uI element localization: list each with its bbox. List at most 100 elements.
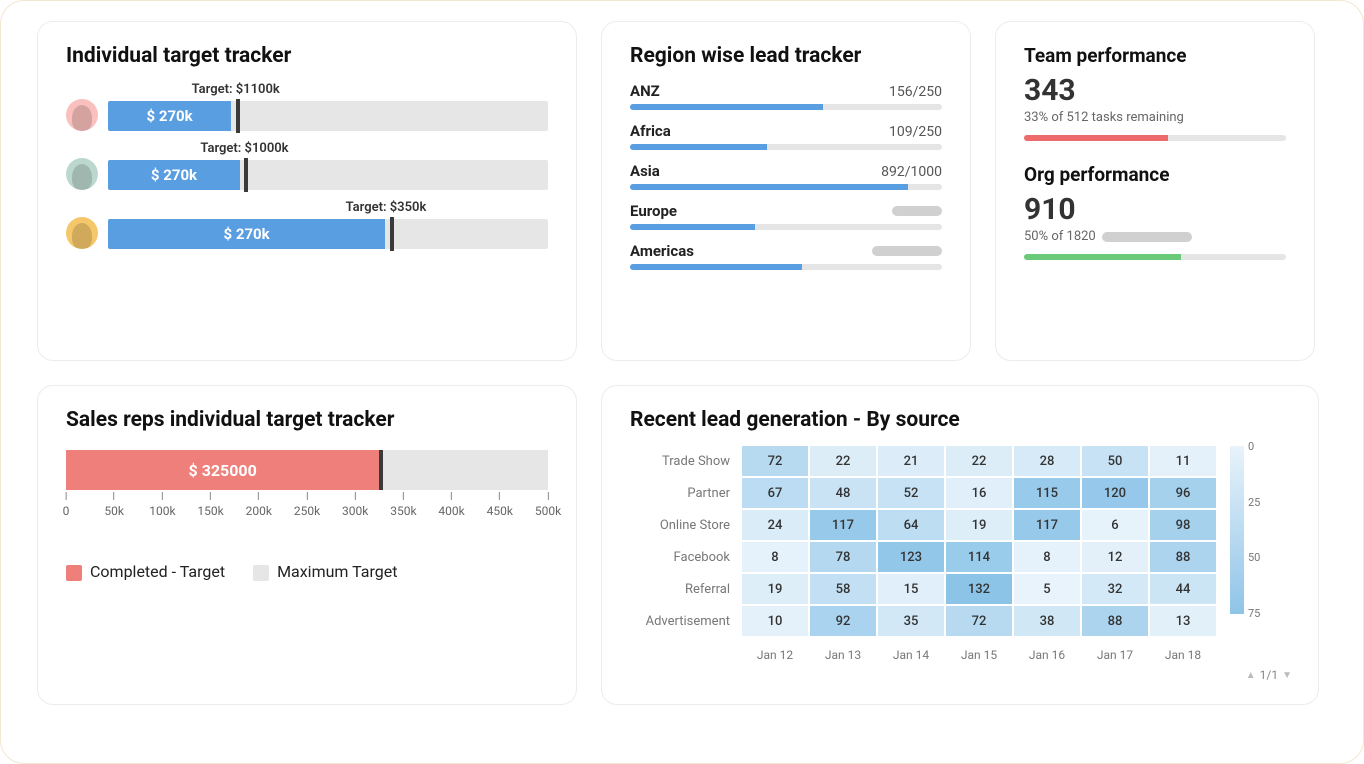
heatmap-cell[interactable]: 8 <box>1014 542 1080 572</box>
heatmap-cell[interactable]: 16 <box>946 478 1012 508</box>
heatmap-cell[interactable]: 19 <box>946 510 1012 540</box>
heatmap-cell[interactable]: 92 <box>810 606 876 636</box>
region-bar <box>630 144 942 150</box>
heatmap-cell[interactable]: 96 <box>1150 478 1216 508</box>
sales-reps-bar-track: $ 325000 <box>66 450 548 490</box>
performance-card: Team performance 343 33% of 512 tasks re… <box>995 21 1315 361</box>
target-bar-track: $ 270k <box>108 160 548 190</box>
heatmap-colorbar: 0255075 <box>1226 446 1266 668</box>
colorbar-tick: 75 <box>1248 607 1260 620</box>
heatmap-cell[interactable]: 58 <box>810 574 876 604</box>
heatmap-cell[interactable]: 117 <box>1014 510 1080 540</box>
axis-tick: 500k <box>535 492 561 518</box>
avatar <box>66 217 98 249</box>
region-row: Americas <box>630 242 942 270</box>
heatmap-cell[interactable]: 21 <box>878 446 944 476</box>
axis-tick: 350k <box>390 492 416 518</box>
heatmap-grid: Trade Show72222122285011Partner674852161… <box>630 446 1216 668</box>
heatmap-cell[interactable]: 28 <box>1014 446 1080 476</box>
axis-tick: 250k <box>294 492 320 518</box>
sales-reps-target-card: Sales reps individual target tracker $ 3… <box>37 385 577 705</box>
avatar <box>66 158 98 190</box>
heatmap-cell[interactable]: 22 <box>810 446 876 476</box>
target-bar-fill: $ 270k <box>108 101 231 131</box>
heatmap-cell[interactable]: 6 <box>1082 510 1148 540</box>
heatmap-cell[interactable]: 12 <box>1082 542 1148 572</box>
region-lead-tracker-title: Region wise lead tracker <box>630 44 942 68</box>
heatmap-cell[interactable]: 35 <box>878 606 944 636</box>
heatmap-col-label: Jan 13 <box>810 642 876 668</box>
heatmap-pager[interactable]: ▲ 1/1 ▼ <box>1246 668 1292 682</box>
lead-generation-heatmap-card: Recent lead generation - By source Trade… <box>601 385 1319 705</box>
region-name: Europe <box>630 202 677 220</box>
legend-max: Maximum Target <box>253 562 397 581</box>
sales-reps-legend: Completed - Target Maximum Target <box>66 562 548 581</box>
pager-text: 1/1 <box>1260 668 1278 682</box>
colorbar-tick: 0 <box>1248 440 1260 453</box>
heatmap-cell[interactable]: 15 <box>878 574 944 604</box>
team-performance-title: Team performance <box>1024 44 1286 67</box>
target-label: Target: $1100k <box>108 82 548 97</box>
heatmap-cell[interactable]: 72 <box>946 606 1012 636</box>
avatar <box>66 99 98 131</box>
team-performance-value: 343 <box>1024 73 1286 108</box>
colorbar-tick: 25 <box>1248 496 1260 509</box>
heatmap-cell[interactable]: 88 <box>1150 542 1216 572</box>
axis-tick: 100k <box>149 492 175 518</box>
team-performance-subtitle: 33% of 512 tasks remaining <box>1024 110 1286 125</box>
heatmap-cell[interactable]: 72 <box>742 446 808 476</box>
heatmap-cell[interactable]: 22 <box>946 446 1012 476</box>
region-bar <box>630 104 942 110</box>
heatmap-cell[interactable]: 98 <box>1150 510 1216 540</box>
heatmap-cell[interactable]: 52 <box>878 478 944 508</box>
axis-tick: 200k <box>246 492 272 518</box>
heatmap-cell[interactable]: 38 <box>1014 606 1080 636</box>
heatmap-cell[interactable]: 115 <box>1014 478 1080 508</box>
heatmap-cell[interactable]: 64 <box>878 510 944 540</box>
region-name: Africa <box>630 122 671 140</box>
target-bar-fill: $ 270k <box>108 219 385 249</box>
heatmap-cell[interactable]: 88 <box>1082 606 1148 636</box>
pager-prev-icon[interactable]: ▲ <box>1246 670 1256 681</box>
heatmap-cell[interactable]: 114 <box>946 542 1012 572</box>
heatmap-cell[interactable]: 117 <box>810 510 876 540</box>
heatmap-cell[interactable]: 5 <box>1014 574 1080 604</box>
sales-reps-bar-fill: $ 325000 <box>66 450 379 490</box>
region-value: 892/1000 <box>881 164 942 180</box>
target-bar-marker <box>236 99 240 133</box>
heatmap-cell[interactable]: 120 <box>1082 478 1148 508</box>
heatmap-cell[interactable]: 11 <box>1150 446 1216 476</box>
region-row: Europe <box>630 202 942 230</box>
heatmap-cell[interactable]: 78 <box>810 542 876 572</box>
heatmap-row-label: Referral <box>630 574 740 604</box>
org-performance-section: Org performance 910 50% of 1820 <box>1024 163 1286 260</box>
heatmap-cell[interactable]: 10 <box>742 606 808 636</box>
individual-target-row: Target: $1000k $ 270k <box>66 141 548 190</box>
heatmap-col-label: Jan 12 <box>742 642 808 668</box>
heatmap-cell[interactable]: 24 <box>742 510 808 540</box>
loading-skeleton <box>872 246 942 256</box>
heatmap-col-label: Jan 16 <box>1014 642 1080 668</box>
heatmap-cell[interactable]: 123 <box>878 542 944 572</box>
region-row: ANZ 156/250 <box>630 82 942 110</box>
heatmap-cell[interactable]: 19 <box>742 574 808 604</box>
colorbar-tick: 50 <box>1248 551 1260 564</box>
heatmap-cell[interactable]: 32 <box>1082 574 1148 604</box>
heatmap-cell[interactable]: 67 <box>742 478 808 508</box>
heatmap-col-label: Jan 14 <box>878 642 944 668</box>
pager-next-icon[interactable]: ▼ <box>1282 670 1292 681</box>
region-lead-tracker-card: Region wise lead tracker ANZ 156/250 Afr… <box>601 21 971 361</box>
legend-completed: Completed - Target <box>66 562 225 581</box>
heatmap-cell[interactable]: 44 <box>1150 574 1216 604</box>
region-value: 109/250 <box>889 124 942 140</box>
region-row: Asia 892/1000 <box>630 162 942 190</box>
team-performance-bar <box>1024 135 1286 141</box>
heatmap-cell[interactable]: 8 <box>742 542 808 572</box>
heatmap-row-label: Trade Show <box>630 446 740 476</box>
heatmap-cell[interactable]: 50 <box>1082 446 1148 476</box>
region-value: 156/250 <box>889 84 942 100</box>
heatmap-cell[interactable]: 13 <box>1150 606 1216 636</box>
heatmap-cell[interactable]: 48 <box>810 478 876 508</box>
heatmap-cell[interactable]: 132 <box>946 574 1012 604</box>
region-name: Americas <box>630 242 694 260</box>
